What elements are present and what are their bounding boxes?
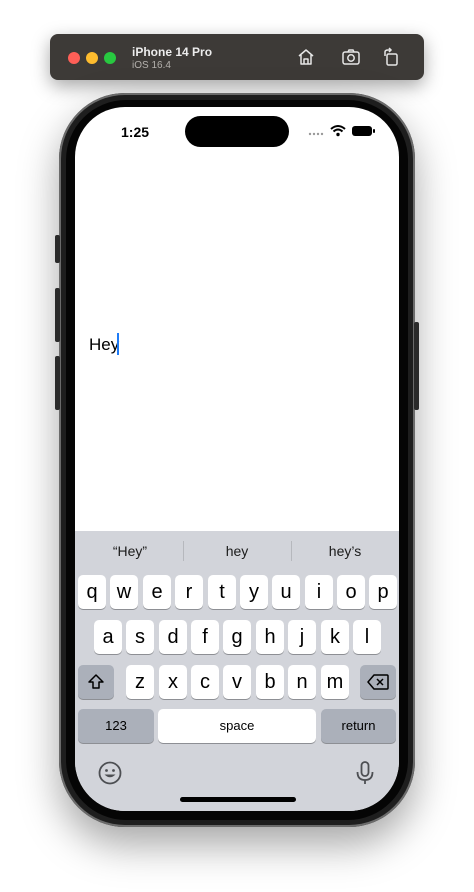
emoji-icon[interactable] xyxy=(97,760,123,786)
rotate-icon[interactable] xyxy=(380,46,402,68)
volume-down-button xyxy=(55,356,60,410)
key-f[interactable]: f xyxy=(191,620,219,654)
suggestion-2[interactable]: hey xyxy=(187,543,287,559)
microphone-icon[interactable] xyxy=(352,760,378,786)
key-u[interactable]: u xyxy=(272,575,300,609)
text-caret xyxy=(117,333,119,355)
key-a[interactable]: a xyxy=(94,620,122,654)
backspace-icon xyxy=(367,674,389,690)
suggestion-divider xyxy=(291,541,292,561)
key-g[interactable]: g xyxy=(223,620,251,654)
home-icon[interactable] xyxy=(295,46,317,68)
suggestion-bar: “Hey” hey hey’s xyxy=(75,531,399,573)
power-button xyxy=(414,322,419,410)
wifi-icon xyxy=(330,125,346,137)
dynamic-island xyxy=(185,116,289,147)
minimize-window-button[interactable] xyxy=(86,52,98,64)
key-q[interactable]: q xyxy=(78,575,106,609)
key-m[interactable]: m xyxy=(321,665,349,699)
key-t[interactable]: t xyxy=(208,575,236,609)
key-x[interactable]: x xyxy=(159,665,187,699)
key-p[interactable]: p xyxy=(369,575,397,609)
key-b[interactable]: b xyxy=(256,665,284,699)
key-j[interactable]: j xyxy=(288,620,316,654)
zoom-window-button[interactable] xyxy=(104,52,116,64)
text-view[interactable]: Hey xyxy=(89,335,119,355)
suggestion-1[interactable]: “Hey” xyxy=(80,543,180,559)
key-c[interactable]: c xyxy=(191,665,219,699)
screenshot-icon[interactable] xyxy=(340,46,362,68)
cellular-dots-icon xyxy=(308,132,324,136)
keyboard: “Hey” hey hey’s q w e r t y u i o p a s … xyxy=(75,531,399,811)
key-e[interactable]: e xyxy=(143,575,171,609)
key-v[interactable]: v xyxy=(223,665,251,699)
key-l[interactable]: l xyxy=(353,620,381,654)
key-r[interactable]: r xyxy=(175,575,203,609)
battery-icon xyxy=(352,126,375,136)
home-indicator[interactable] xyxy=(180,797,296,802)
silent-switch xyxy=(55,235,60,263)
key-o[interactable]: o xyxy=(337,575,365,609)
shift-key[interactable] xyxy=(78,665,114,699)
close-window-button[interactable] xyxy=(68,52,80,64)
suggestion-divider xyxy=(183,541,184,561)
key-z[interactable]: z xyxy=(126,665,154,699)
volume-up-button xyxy=(55,288,60,342)
device-screen: 1:25 Hey “Hey” hey hey’s q w e r t y u i… xyxy=(75,107,399,811)
key-s[interactable]: s xyxy=(126,620,154,654)
shift-icon xyxy=(88,674,104,689)
numbers-key[interactable]: 123 xyxy=(78,709,154,743)
os-version: iOS 16.4 xyxy=(132,60,171,71)
suggestion-3[interactable]: hey’s xyxy=(295,543,395,559)
key-k[interactable]: k xyxy=(321,620,349,654)
key-d[interactable]: d xyxy=(159,620,187,654)
key-i[interactable]: i xyxy=(305,575,333,609)
status-icons xyxy=(308,125,375,137)
simulator-toolbar: iPhone 14 Pro iOS 16.4 xyxy=(50,34,424,80)
key-h[interactable]: h xyxy=(256,620,284,654)
key-n[interactable]: n xyxy=(288,665,316,699)
status-time: 1:25 xyxy=(121,124,150,140)
key-w[interactable]: w xyxy=(110,575,138,609)
key-y[interactable]: y xyxy=(240,575,268,609)
device-name: iPhone 14 Pro xyxy=(132,45,213,59)
backspace-key[interactable] xyxy=(360,665,396,699)
return-key[interactable]: return xyxy=(321,709,396,743)
space-key[interactable]: space xyxy=(158,709,316,743)
